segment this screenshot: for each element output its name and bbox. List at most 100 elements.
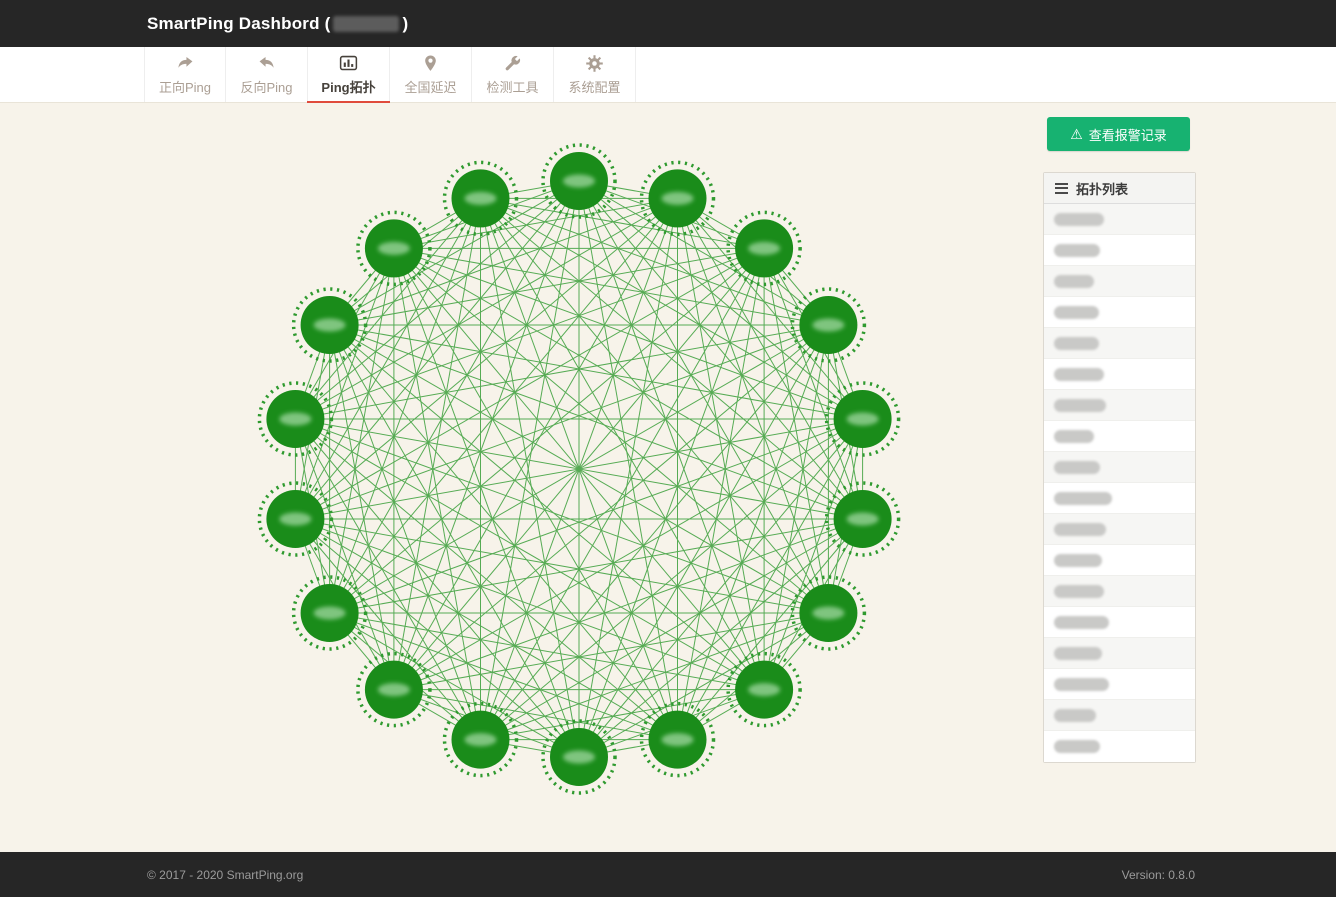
tab-label: Ping拓扑	[321, 77, 375, 96]
redacted-node-label	[847, 413, 879, 426]
redacted-node-label	[812, 607, 844, 620]
redacted-node-label	[465, 733, 497, 746]
warning-icon: ⚠	[1070, 127, 1083, 141]
redacted-label	[1054, 275, 1094, 288]
redacted-node-label	[465, 192, 497, 205]
page-title-prefix: SmartPing Dashbord (	[147, 14, 330, 34]
redacted-node-label	[314, 607, 346, 620]
topology-list-item[interactable]	[1044, 700, 1195, 731]
redacted-node-label	[279, 413, 311, 426]
topology-list-title: 拓扑列表	[1076, 179, 1128, 198]
topology-list-item[interactable]	[1044, 576, 1195, 607]
topology-list-item[interactable]	[1044, 390, 1195, 421]
redacted-node-label	[847, 513, 879, 526]
alert-button-label: 查看报警记录	[1089, 125, 1167, 144]
redacted-node-label	[563, 175, 595, 188]
topology-list-header: 拓扑列表	[1044, 173, 1195, 204]
topology-list-item[interactable]	[1044, 514, 1195, 545]
redacted-hostname	[333, 16, 399, 32]
main-content: ⚠ 查看报警记录 拓扑列表	[0, 103, 1336, 852]
topology-list-item[interactable]	[1044, 421, 1195, 452]
tab-label: 反向Ping	[240, 77, 292, 96]
list-icon	[1055, 183, 1068, 194]
tab-national-latency[interactable]: 全国延迟	[390, 47, 472, 102]
topology-list-panel: 拓扑列表	[1043, 172, 1196, 763]
main-nav: 正向Ping 反向Ping Ping拓扑 全国延迟 检测工具	[0, 47, 1336, 103]
version-text: Version: 0.8.0	[1122, 868, 1195, 882]
tab-reverse-ping[interactable]: 反向Ping	[226, 47, 308, 102]
redacted-label	[1054, 647, 1102, 660]
topology-graph[interactable]	[239, 129, 919, 809]
redacted-label	[1054, 554, 1102, 567]
tab-detection-tools[interactable]: 检测工具	[472, 47, 554, 102]
redacted-label	[1054, 740, 1100, 753]
app-footer: © 2017 - 2020 SmartPing.org Version: 0.8…	[0, 852, 1336, 897]
topology-list	[1044, 204, 1195, 762]
redacted-node-label	[748, 242, 780, 255]
redacted-node-label	[314, 319, 346, 332]
tab-forward-ping[interactable]: 正向Ping	[144, 47, 226, 102]
topology-node[interactable]	[445, 704, 517, 776]
topology-node[interactable]	[827, 383, 899, 455]
redacted-label	[1054, 492, 1112, 505]
page-title-suffix: )	[402, 14, 408, 34]
topology-node[interactable]	[792, 289, 864, 361]
topology-list-item[interactable]	[1044, 452, 1195, 483]
redacted-label	[1054, 213, 1104, 226]
topology-node[interactable]	[294, 577, 366, 649]
redacted-node-label	[662, 733, 694, 746]
redacted-node-label	[662, 192, 694, 205]
topology-node[interactable]	[358, 212, 430, 284]
redacted-label	[1054, 461, 1100, 474]
redacted-label	[1054, 709, 1096, 722]
page-title: SmartPing Dashbord ( )	[147, 14, 408, 34]
topology-list-item[interactable]	[1044, 328, 1195, 359]
right-sidebar: ⚠ 查看报警记录 拓扑列表	[1043, 117, 1196, 763]
back-arrow-icon	[257, 54, 277, 74]
redacted-label	[1054, 337, 1099, 350]
app-header: SmartPing Dashbord ( )	[0, 0, 1336, 47]
topology-node[interactable]	[543, 721, 615, 793]
topology-node[interactable]	[543, 145, 615, 217]
topology-node[interactable]	[445, 162, 517, 234]
topology-list-item[interactable]	[1044, 731, 1195, 762]
gear-icon	[585, 54, 605, 74]
redacted-label	[1054, 430, 1094, 443]
topology-list-item[interactable]	[1044, 638, 1195, 669]
tab-label: 系统配置	[568, 77, 620, 96]
topology-list-item[interactable]	[1044, 669, 1195, 700]
view-alert-records-button[interactable]: ⚠ 查看报警记录	[1047, 117, 1190, 151]
redacted-label	[1054, 678, 1109, 691]
tab-system-config[interactable]: 系统配置	[554, 47, 636, 102]
topology-list-item[interactable]	[1044, 545, 1195, 576]
redacted-label	[1054, 306, 1099, 319]
bar-chart-icon	[339, 54, 359, 74]
forward-arrow-icon	[175, 54, 195, 74]
redacted-node-label	[279, 513, 311, 526]
redacted-node-label	[563, 751, 595, 764]
topology-node[interactable]	[259, 383, 331, 455]
topology-list-item[interactable]	[1044, 204, 1195, 235]
redacted-label	[1054, 244, 1100, 257]
topology-list-item[interactable]	[1044, 359, 1195, 390]
topology-list-item[interactable]	[1044, 607, 1195, 638]
tab-label: 正向Ping	[159, 77, 211, 96]
topology-list-item[interactable]	[1044, 297, 1195, 328]
topology-list-item[interactable]	[1044, 483, 1195, 514]
topology-node[interactable]	[259, 483, 331, 555]
topology-node[interactable]	[358, 654, 430, 726]
redacted-label	[1054, 616, 1109, 629]
map-pin-icon	[421, 54, 441, 74]
topology-node[interactable]	[827, 483, 899, 555]
redacted-label	[1054, 585, 1104, 598]
topology-node[interactable]	[294, 289, 366, 361]
redacted-node-label	[378, 242, 410, 255]
redacted-label	[1054, 368, 1104, 381]
topology-list-item[interactable]	[1044, 266, 1195, 297]
topology-list-item[interactable]	[1044, 235, 1195, 266]
topology-node[interactable]	[792, 577, 864, 649]
tab-ping-topology[interactable]: Ping拓扑	[308, 47, 390, 102]
wrench-icon	[503, 54, 523, 74]
redacted-node-label	[748, 683, 780, 696]
redacted-label	[1054, 399, 1106, 412]
